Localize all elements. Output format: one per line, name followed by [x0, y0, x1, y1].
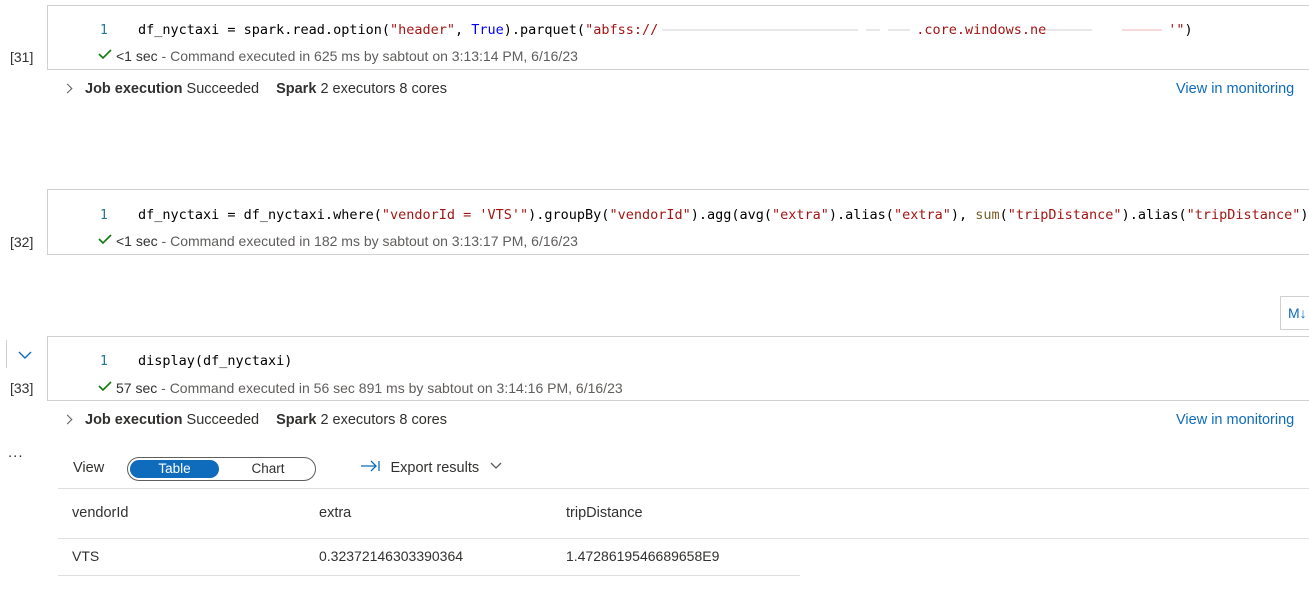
code-string: '" — [1168, 22, 1185, 38]
column-header-vendorid[interactable]: vendorId — [72, 505, 128, 521]
column-header-tripdistance[interactable]: tripDistance — [566, 505, 643, 521]
row-bottom-border — [58, 575, 800, 576]
code-cell-32[interactable]: 1 df_nyctaxi = df_nyctaxi.where("vendorI… — [47, 189, 1309, 255]
code-string: "vendorId = 'VTS'" — [381, 207, 529, 223]
line-number: 1 — [100, 208, 108, 223]
code-token: ) — [1184, 22, 1193, 38]
check-icon — [98, 49, 112, 59]
job-label: Job execution — [85, 412, 183, 428]
chevron-down-icon — [18, 351, 32, 359]
status-duration: 57 sec — [116, 380, 158, 396]
collapse-cell-button[interactable] — [18, 347, 32, 359]
job-state: Succeeded — [186, 81, 260, 97]
execution-count: [32] — [10, 234, 34, 250]
code-token: display(df_nyctaxi) — [138, 353, 293, 369]
status-duration: <1 sec — [116, 233, 158, 249]
status-text: - Command executed in 625 ms by sabtout … — [161, 48, 578, 64]
table-cell: VTS — [72, 548, 100, 564]
export-results-label: Export results — [390, 460, 480, 476]
spark-info: 2 executors 8 cores — [320, 81, 447, 97]
status-duration: <1 sec — [116, 48, 158, 64]
chart-view-button[interactable]: Chart — [228, 460, 308, 478]
spark-label: Spark — [276, 81, 317, 97]
line-number: 1 — [100, 23, 108, 38]
code-string: "vendorId" — [609, 207, 691, 223]
redacted-segment — [1122, 29, 1163, 31]
code-token: ).alias( — [1121, 207, 1187, 223]
check-icon — [98, 234, 112, 244]
cell-status: <1 sec - Command executed in 182 ms by s… — [98, 233, 578, 249]
code-token: df_nyctaxi = spark.read.option( — [138, 22, 390, 38]
code-string: "extra" — [772, 207, 829, 223]
code-keyword: True — [471, 22, 504, 38]
export-results-button[interactable]: Export results — [360, 459, 502, 477]
redacted-segment — [888, 29, 911, 31]
table-top-border — [58, 488, 1309, 489]
code-string: .core.windows.ne — [916, 22, 1047, 38]
status-text: - Command executed in 182 ms by sabtout … — [161, 233, 578, 249]
chevron-right-icon — [62, 83, 73, 94]
chevron-right-icon — [62, 414, 73, 425]
spark-info: 2 executors 8 cores — [320, 412, 447, 428]
execution-count: [31] — [10, 49, 34, 65]
cell-status: 57 sec - Command executed in 56 sec 891 … — [98, 380, 623, 396]
code-token: ).groupBy( — [528, 207, 610, 223]
table-cell: 0.32372146303390364 — [319, 548, 464, 564]
job-execution-summary[interactable]: Job execution Succeeded Spark 2 executors… — [62, 412, 447, 428]
table-view-button[interactable]: Table — [130, 460, 219, 478]
check-icon — [98, 381, 112, 391]
code-cell-33[interactable]: 1 display(df_nyctaxi) 57 sec - Command e… — [47, 336, 1309, 401]
view-in-monitoring-link[interactable]: View in monitoring — [1176, 412, 1294, 428]
header-bottom-border — [58, 538, 1309, 539]
code-string: "header" — [389, 22, 455, 38]
code-token: ).agg(avg( — [690, 207, 772, 223]
table-cell: 1.4728619546689658E9 — [566, 548, 720, 564]
job-execution-summary[interactable]: Job execution Succeeded Spark 2 executors… — [62, 81, 447, 97]
cell-focus-bar — [6, 340, 7, 368]
view-toggle[interactable]: Table Chart — [127, 457, 316, 481]
code-token: , — [455, 22, 472, 38]
code-string: "abfss:// — [585, 22, 659, 38]
code-string: "tripDistance" — [1007, 207, 1122, 223]
execution-count: [33] — [10, 380, 34, 396]
code-function: sum — [975, 207, 1000, 223]
cell-status: <1 sec - Command executed in 625 ms by s… — [98, 48, 578, 64]
redacted-segment — [662, 29, 859, 31]
view-in-monitoring-link[interactable]: View in monitoring — [1176, 81, 1294, 97]
view-label: View — [73, 460, 105, 476]
job-label: Job execution — [85, 81, 183, 97]
chevron-down-icon — [490, 462, 502, 469]
redacted-segment — [1046, 29, 1093, 31]
code-token: df_nyctaxi = df_nyctaxi.where( — [138, 207, 382, 223]
code-string: "tripDistance" — [1186, 207, 1301, 223]
more-options-icon[interactable]: ... — [8, 444, 24, 461]
column-header-extra[interactable]: extra — [319, 505, 351, 521]
spark-label: Spark — [276, 412, 317, 428]
code-token: )) — [1300, 207, 1309, 223]
export-arrow-icon — [361, 460, 380, 472]
code-string: "extra" — [893, 207, 951, 223]
code-token: ).parquet( — [503, 22, 586, 38]
job-state: Succeeded — [186, 412, 260, 428]
code-token: ( — [999, 207, 1008, 223]
status-text: - Command executed in 56 sec 891 ms by s… — [161, 380, 623, 396]
code-line[interactable]: display(df_nyctaxi) — [138, 353, 292, 369]
code-token: ), — [950, 207, 976, 223]
add-markdown-button[interactable]: M↓ — [1280, 296, 1309, 330]
code-line[interactable]: df_nyctaxi = df_nyctaxi.where("vendorId … — [138, 207, 1309, 223]
line-number: 1 — [100, 354, 108, 369]
redacted-segment — [866, 29, 881, 31]
code-line[interactable]: df_nyctaxi = spark.read.option("header",… — [138, 22, 1193, 38]
code-cell-31[interactable]: 1 df_nyctaxi = spark.read.option("header… — [47, 5, 1309, 70]
code-token: ).alias( — [828, 207, 894, 223]
